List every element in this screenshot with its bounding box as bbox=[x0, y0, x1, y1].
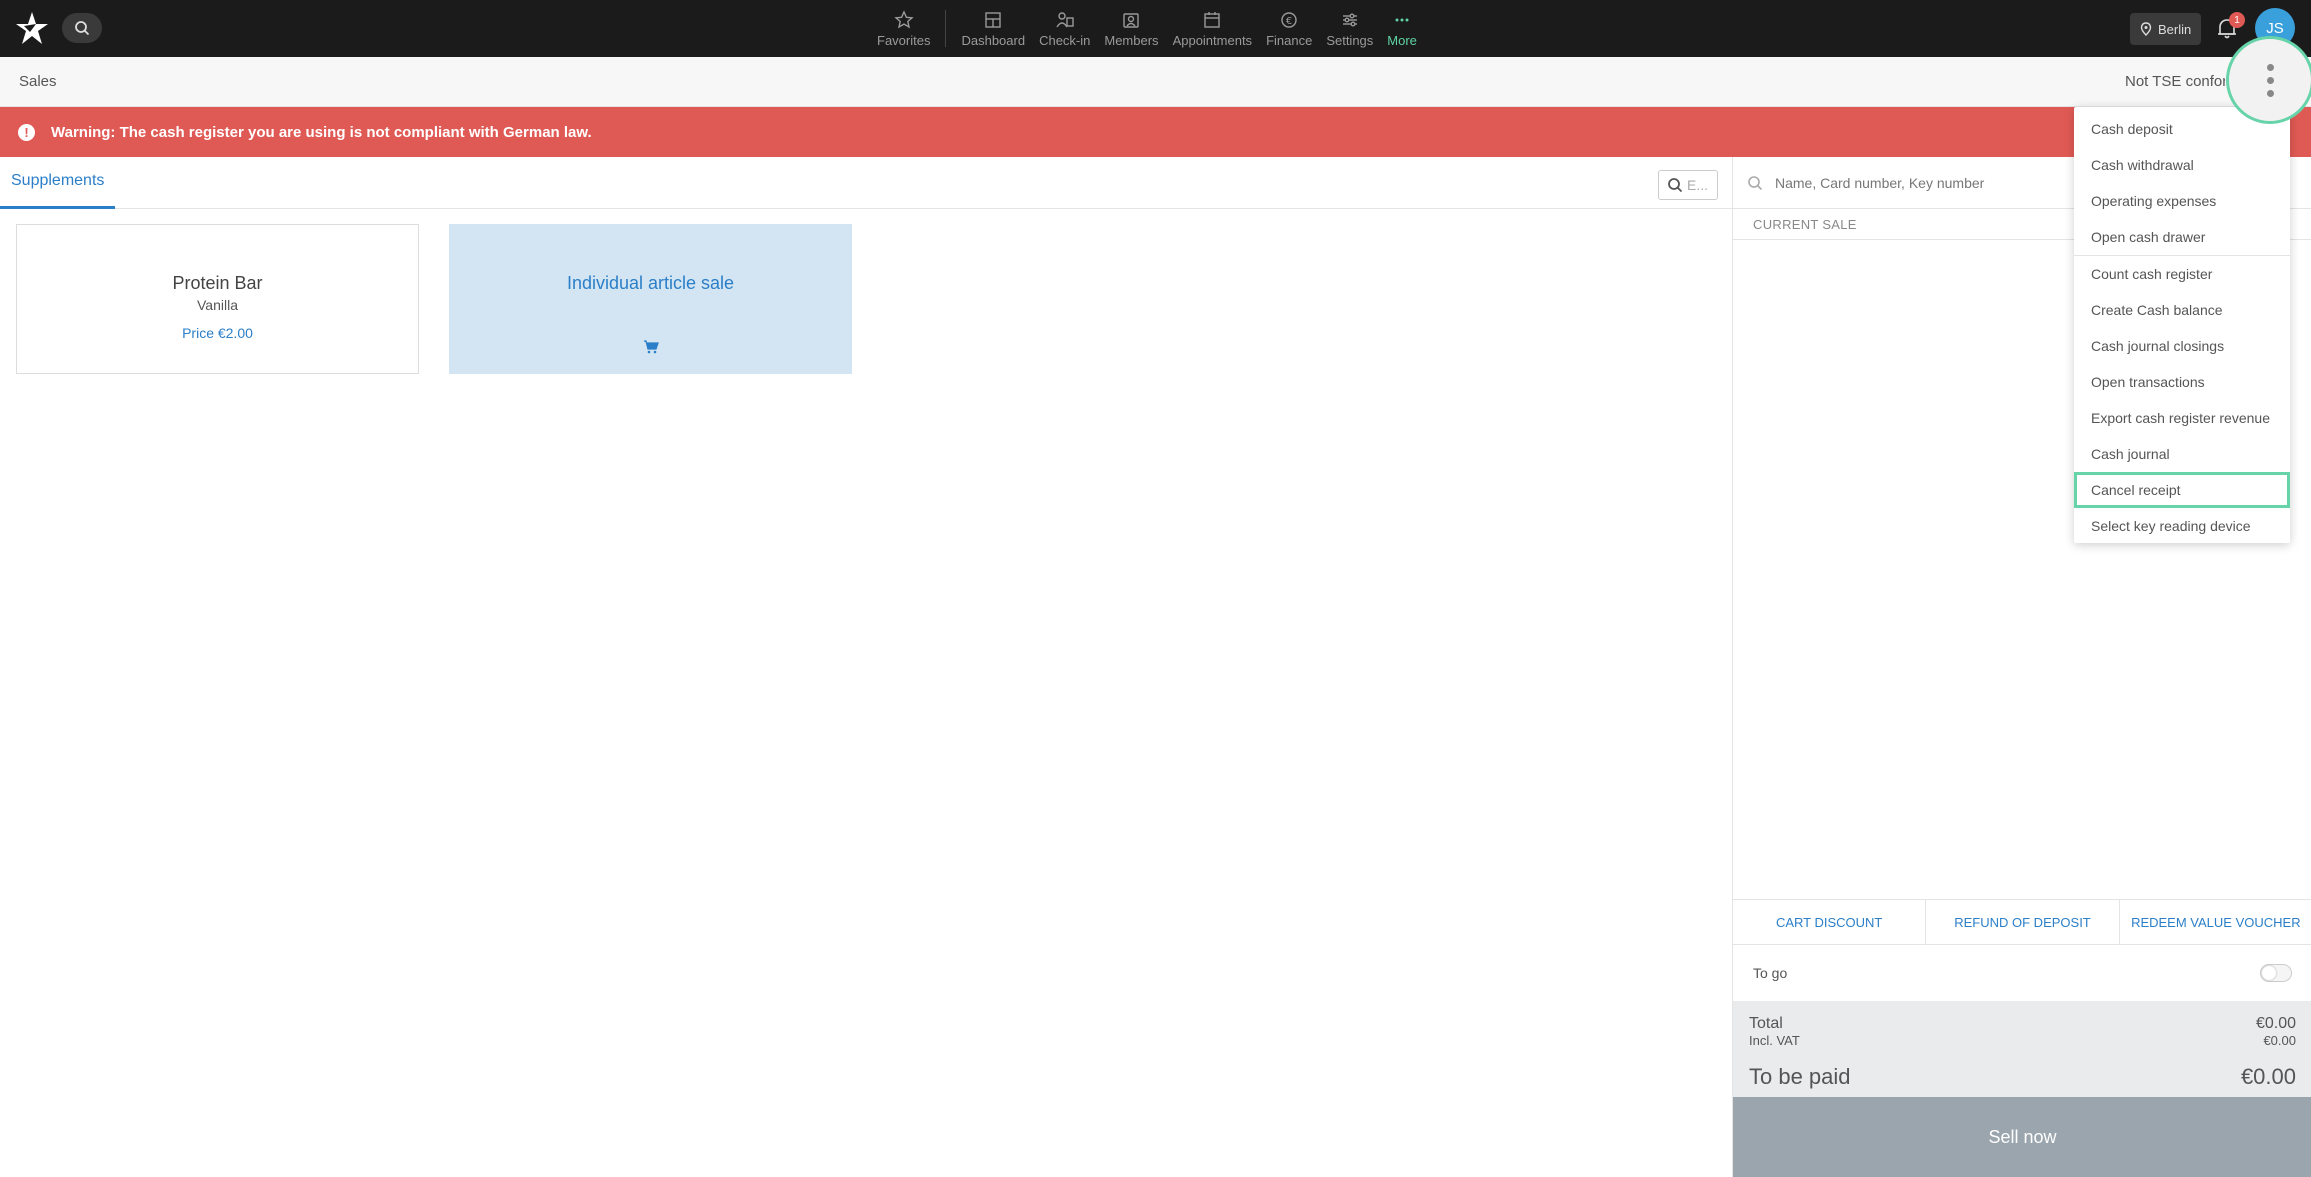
nav-label: Dashboard bbox=[961, 32, 1026, 48]
more-icon bbox=[1395, 18, 1409, 21]
menu-item-cancel-receipt[interactable]: Cancel receipt bbox=[2074, 472, 2290, 508]
article-search-placeholder: E... bbox=[1687, 177, 1709, 193]
brand-logo-icon[interactable] bbox=[14, 10, 50, 46]
product-variant: Vanilla bbox=[197, 297, 238, 313]
nav-label: Members bbox=[1104, 32, 1159, 48]
menu-item-create-cash-balance[interactable]: Create Cash balance bbox=[2074, 292, 2290, 328]
product-card-protein-bar[interactable]: Protein Bar Vanilla Price €2.00 bbox=[16, 224, 419, 374]
menu-item-cash-journal-closings[interactable]: Cash journal closings bbox=[2074, 328, 2290, 364]
nav-divider bbox=[945, 10, 947, 47]
redeem-value-voucher-button[interactable]: REDEEM VALUE VOUCHER bbox=[2120, 900, 2311, 944]
category-tabs: Supplements E... bbox=[0, 157, 1732, 209]
more-options-menu: Cash deposit Cash withdrawal Operating e… bbox=[2074, 107, 2290, 543]
individual-article-sale-label: Individual article sale bbox=[566, 273, 735, 293]
notification-badge: 1 bbox=[2229, 12, 2245, 28]
more-options-button[interactable] bbox=[2226, 36, 2311, 124]
kebab-dot bbox=[2266, 89, 2274, 97]
article-search-input[interactable]: E... bbox=[1658, 170, 1718, 200]
to-be-paid-value: €0.00 bbox=[2240, 1064, 2296, 1089]
cart-icon bbox=[643, 340, 659, 354]
kebab-dot bbox=[2266, 63, 2274, 71]
menu-item-export-cash-register-revenue[interactable]: Export cash register revenue bbox=[2074, 400, 2290, 436]
search-icon bbox=[1748, 175, 1763, 190]
main-nav: Favorites Dashboard Check-in Members App… bbox=[870, 0, 1424, 57]
euro-icon: € bbox=[1281, 11, 1297, 28]
compliance-warning-banner: ! Warning: The cash register you are usi… bbox=[0, 107, 2311, 157]
to-go-row: To go bbox=[1733, 945, 2311, 1001]
to-go-label: To go bbox=[1753, 965, 1788, 981]
nav-settings[interactable]: Settings bbox=[1319, 0, 1380, 57]
sale-actions: CART DISCOUNT REFUND OF DEPOSIT REDEEM V… bbox=[1733, 899, 2311, 945]
exclamation-icon: ! bbox=[18, 123, 35, 141]
svg-text:€: € bbox=[1286, 16, 1292, 27]
kebab-dot bbox=[2266, 76, 2274, 84]
nav-label: Finance bbox=[1266, 32, 1313, 48]
menu-item-select-key-reading-device[interactable]: Select key reading device bbox=[2074, 508, 2290, 544]
individual-article-sale-card[interactable]: Individual article sale bbox=[449, 224, 852, 374]
tab-supplements[interactable]: Supplements bbox=[0, 157, 116, 209]
to-be-paid-label: To be paid bbox=[1749, 1064, 1851, 1089]
nav-dashboard[interactable]: Dashboard bbox=[954, 0, 1032, 57]
product-price: Price €2.00 bbox=[182, 325, 253, 341]
tse-status-label: Not TSE conform bbox=[2125, 73, 2225, 90]
to-be-paid-row: To be paid €0.00 bbox=[1749, 1064, 2296, 1090]
total-value: €0.00 bbox=[2255, 1015, 2296, 1032]
sliders-icon bbox=[1342, 12, 1357, 26]
nav-finance[interactable]: € Finance bbox=[1259, 0, 1319, 57]
search-icon bbox=[1668, 178, 1683, 193]
check-in-icon bbox=[1056, 11, 1074, 27]
to-go-toggle[interactable] bbox=[2260, 964, 2292, 982]
product-name: Protein Bar bbox=[172, 273, 263, 293]
warning-text: Warning: The cash register you are using… bbox=[51, 123, 592, 141]
menu-item-open-transactions[interactable]: Open transactions bbox=[2074, 364, 2290, 400]
nav-label: Settings bbox=[1326, 32, 1374, 48]
location-selector[interactable]: Berlin bbox=[2130, 13, 2202, 45]
dashboard-icon bbox=[985, 11, 1001, 28]
member-search-placeholder: Name, Card number, Key number bbox=[1775, 174, 1985, 191]
total-row: Total €0.00 bbox=[1749, 1015, 2296, 1033]
menu-item-cash-withdrawal[interactable]: Cash withdrawal bbox=[2074, 147, 2290, 183]
members-icon bbox=[1123, 12, 1140, 28]
vat-row: Incl. VAT €0.00 bbox=[1749, 1033, 2296, 1048]
location-label: Berlin bbox=[2158, 21, 2192, 37]
nav-label: Favorites bbox=[877, 32, 931, 48]
totals-summary: Total €0.00 Incl. VAT €0.00 To be paid €… bbox=[1733, 1001, 2311, 1097]
global-search-button[interactable] bbox=[62, 13, 102, 43]
current-sale-heading: CURRENT SALE bbox=[1753, 217, 1857, 232]
star-icon bbox=[894, 9, 914, 28]
calendar-icon bbox=[1204, 11, 1221, 28]
refund-of-deposit-button[interactable]: REFUND OF DEPOSIT bbox=[1926, 900, 2120, 944]
total-label: Total bbox=[1749, 1015, 1783, 1032]
menu-item-cash-journal[interactable]: Cash journal bbox=[2074, 436, 2290, 472]
menu-item-count-cash-register[interactable]: Count cash register bbox=[2074, 256, 2290, 292]
nav-label: Appointments bbox=[1172, 32, 1253, 48]
nav-members[interactable]: Members bbox=[1097, 0, 1165, 57]
vat-value: €0.00 bbox=[2263, 1033, 2296, 1048]
nav-label: More bbox=[1387, 32, 1417, 48]
vat-label: Incl. VAT bbox=[1749, 1033, 1800, 1048]
top-navigation-bar: Favorites Dashboard Check-in Members App… bbox=[0, 0, 2311, 57]
page-header: Sales Not TSE conform bbox=[0, 57, 2311, 107]
sell-now-button[interactable]: Sell now bbox=[1733, 1097, 2311, 1177]
nav-appointments[interactable]: Appointments bbox=[1166, 0, 1260, 57]
menu-item-operating-expenses[interactable]: Operating expenses bbox=[2074, 183, 2290, 219]
menu-item-open-cash-drawer[interactable]: Open cash drawer bbox=[2074, 219, 2290, 255]
nav-check-in[interactable]: Check-in bbox=[1032, 0, 1097, 57]
search-icon bbox=[75, 21, 90, 36]
map-pin-icon bbox=[2140, 22, 2152, 36]
nav-label: Check-in bbox=[1039, 32, 1091, 48]
page-title: Sales bbox=[19, 73, 57, 90]
cart-discount-button[interactable]: CART DISCOUNT bbox=[1733, 900, 1927, 944]
nav-more[interactable]: More bbox=[1380, 0, 1424, 57]
nav-favorites[interactable]: Favorites bbox=[870, 0, 937, 57]
